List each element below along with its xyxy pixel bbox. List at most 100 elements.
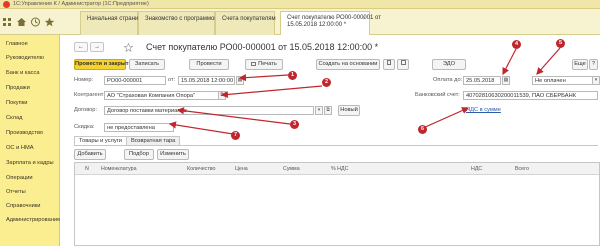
annotation-marker-3: 3	[290, 120, 299, 129]
window-title: 1С:Управление К / Администратор (1С:Пред…	[13, 1, 149, 7]
annotation-marker-6: 6	[418, 125, 427, 134]
sidebar: Главное Руководителю Банк и касса Продаж…	[0, 35, 60, 246]
calendar-icon[interactable]: ▦	[236, 76, 244, 85]
add-row-button[interactable]: Добавить	[74, 149, 106, 160]
tab-label: Счета покупателям	[222, 16, 276, 22]
grid-menu-icon[interactable]	[2, 17, 13, 27]
bank-account-label: Банковский счет:	[415, 92, 460, 98]
discount-field[interactable]: не предоставлена	[104, 123, 174, 132]
back-button[interactable]: ←	[74, 42, 88, 52]
date-label: от:	[168, 77, 176, 83]
open-icon[interactable]: ⧉	[218, 91, 226, 100]
tab-invoices[interactable]: Счета покупателям	[215, 11, 276, 35]
toolbar-icons	[2, 12, 62, 32]
tab-label: Счет покупателю РО00-000001 от	[287, 15, 382, 21]
chevron-down-icon[interactable]: ▾	[315, 106, 323, 115]
close-icon[interactable]: ×	[362, 16, 366, 23]
contract-field[interactable]: Договор поставки материалов	[104, 106, 314, 115]
help-button[interactable]: ?	[589, 59, 598, 70]
tab-label: Знакомство с программой	[145, 16, 218, 22]
number-label: Номер:	[74, 77, 94, 83]
post-and-close-button[interactable]: Провести и закрыть	[74, 59, 132, 70]
select-items-button[interactable]: Подбор	[124, 149, 154, 160]
sidebar-item-main[interactable]: Главное	[6, 41, 28, 47]
pay-until-label: Оплата до:	[433, 77, 463, 83]
sidebar-item-fixed-assets[interactable]: ОС и НМА	[6, 145, 34, 151]
open-icon[interactable]: ⧉	[324, 106, 332, 115]
forward-arrow-icon: →	[94, 44, 100, 50]
annotation-marker-7: 7	[231, 131, 240, 140]
column-header-amount[interactable]: Сумма	[283, 166, 300, 172]
post-button[interactable]: Провести	[189, 59, 229, 70]
post-label: Провести	[196, 61, 222, 67]
attachment-icon[interactable]	[383, 59, 395, 70]
sidebar-item-sales[interactable]: Продажи	[6, 85, 30, 91]
new-contract-button[interactable]: Новый	[338, 105, 360, 116]
chevron-down-icon[interactable]: ▾	[592, 76, 600, 85]
edo-label: ЭДО	[442, 61, 456, 67]
print-button[interactable]: Печать	[245, 59, 283, 70]
sidebar-item-production[interactable]: Производство	[6, 130, 43, 136]
print-label: Печать	[258, 61, 277, 67]
column-header-price[interactable]: Цена	[235, 166, 248, 172]
tab-label-date: 15.05.2018 12:00:00 *	[287, 22, 347, 28]
annotation-marker-4: 4	[512, 40, 521, 49]
annotation-marker-5: 5	[556, 39, 565, 48]
related-docs-glyph	[400, 60, 406, 65]
printer-icon	[251, 61, 257, 66]
tab-invoice-document[interactable]: Счет покупателю РО00-000001 от 15.05.201…	[280, 11, 382, 36]
column-header-total[interactable]: Всего	[515, 166, 529, 172]
sidebar-item-bank-cash[interactable]: Банк и касса	[6, 70, 40, 76]
tab-strip: Начальная страница Знакомство с программ…	[0, 9, 600, 36]
calendar-icon[interactable]: ▦	[502, 76, 510, 85]
history-icon[interactable]	[30, 17, 41, 27]
window-titlebar: 1С:Управление К / Администратор (1С:Пред…	[0, 0, 600, 9]
date-field[interactable]: 15.05.2018 12:00:00	[178, 76, 235, 85]
favorite-star-icon[interactable]	[124, 43, 133, 52]
column-header-vat-rate[interactable]: % НДС	[331, 166, 348, 172]
change-button[interactable]: Изменить	[157, 149, 189, 160]
counterparty-field[interactable]: АО "Страховая Компания Опора"	[104, 91, 219, 100]
sidebar-item-catalogs[interactable]: Справочники	[6, 203, 40, 209]
annotation-marker-2: 2	[322, 78, 331, 87]
tab-intro[interactable]: Знакомство с программой	[138, 11, 218, 35]
sidebar-item-administration[interactable]: Администрирование	[6, 217, 60, 223]
sidebar-item-payroll[interactable]: Зарплата и кадры	[6, 160, 54, 166]
sidebar-item-operations[interactable]: Операции	[6, 175, 33, 181]
column-header-item[interactable]: Номенклатура	[101, 166, 137, 172]
star-icon[interactable]	[44, 17, 55, 27]
contract-label: Договор:	[74, 107, 98, 113]
attachment-glyph	[387, 60, 391, 65]
sidebar-item-manager[interactable]: Руководителю	[6, 55, 44, 61]
tab-returnable-packaging[interactable]: Возвратная тара	[126, 136, 181, 145]
app-logo-icon	[3, 1, 10, 8]
goods-table[interactable]: N Номенклатура Количество Цена Сумма % Н…	[74, 162, 600, 246]
document-form: ← → Счет покупателю РО00-000001 от 15.05…	[60, 35, 600, 246]
related-docs-icon[interactable]	[397, 59, 409, 70]
edo-button[interactable]: ЭДО	[432, 59, 466, 70]
sidebar-item-purchases[interactable]: Покупки	[6, 100, 27, 106]
tab-label: Начальная страница	[87, 16, 146, 22]
more-button[interactable]: Еще	[572, 59, 588, 70]
discount-label: Скидка:	[74, 124, 95, 130]
tab-goods-services[interactable]: Товары и услуги	[74, 136, 127, 145]
column-header-qty[interactable]: Количество	[187, 166, 215, 172]
counterparty-label: Контрагент:	[74, 92, 105, 98]
pay-until-field[interactable]: 25.05.2018	[463, 76, 501, 85]
home-icon[interactable]	[16, 17, 27, 27]
create-based-on-button[interactable]: Создать на основании	[316, 59, 380, 70]
back-arrow-icon: ←	[78, 44, 84, 50]
tab-home-page[interactable]: Начальная страница	[80, 11, 145, 35]
subtab-divider	[74, 145, 598, 146]
save-button[interactable]: Записать	[129, 59, 165, 70]
sidebar-item-reports[interactable]: Отчеты	[6, 189, 26, 195]
number-field[interactable]: РО00-000001	[104, 76, 166, 85]
column-header-n[interactable]: N	[85, 166, 89, 172]
bank-account-field[interactable]: 40702810630200011539, ПАО СБЕРБАНК	[463, 91, 598, 100]
sidebar-item-warehouse[interactable]: Склад	[6, 115, 22, 121]
forward-button[interactable]: →	[90, 42, 104, 52]
table-header: N Номенклатура Количество Цена Сумма % Н…	[75, 163, 599, 175]
payment-status-select[interactable]: Не оплачен	[532, 76, 594, 85]
column-header-vat[interactable]: НДС	[471, 166, 482, 172]
vat-in-amount-link[interactable]: НДС в сумме	[466, 107, 501, 113]
